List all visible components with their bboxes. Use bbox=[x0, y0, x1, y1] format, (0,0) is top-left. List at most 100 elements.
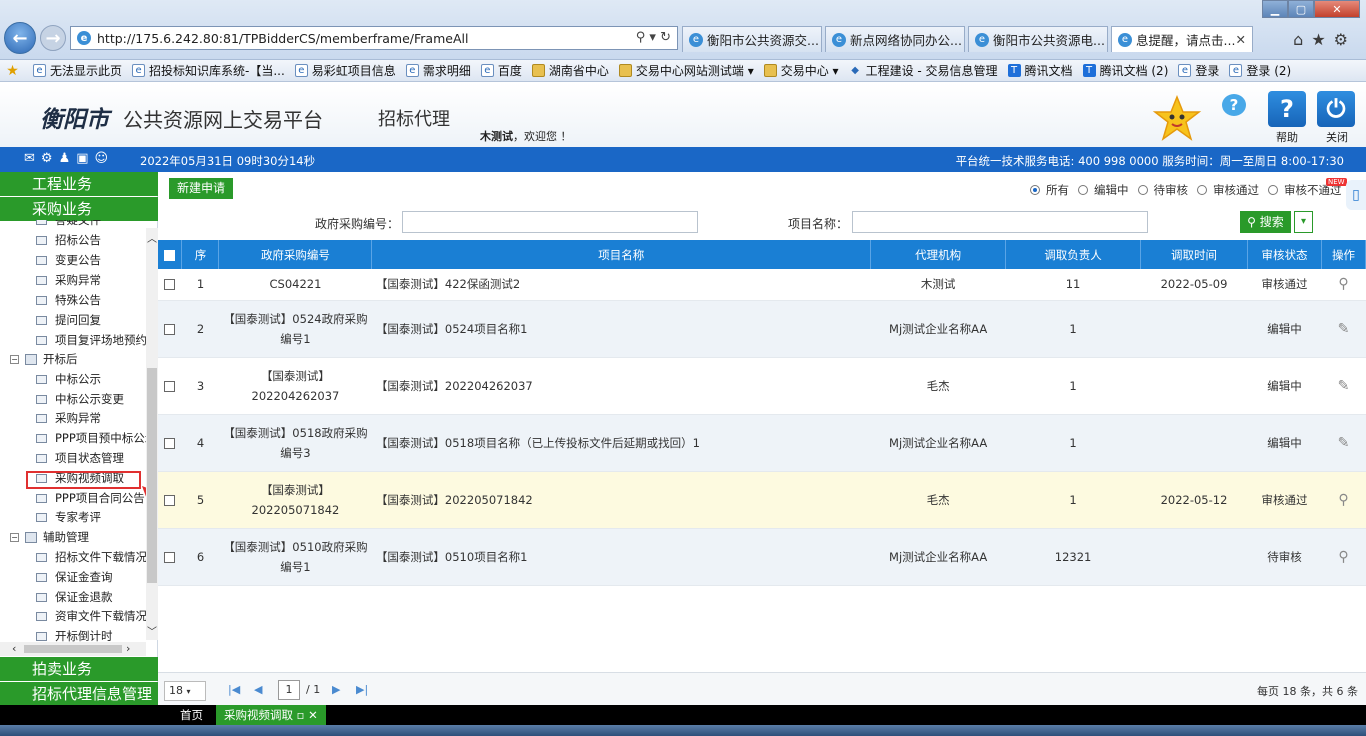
section-agency-info[interactable]: 招标代理信息管理 bbox=[0, 682, 158, 706]
tree-item[interactable]: 专家考评 bbox=[36, 507, 101, 527]
tree-item[interactable]: 采购异常 bbox=[36, 270, 101, 290]
prev-page-icon[interactable]: ◀ bbox=[254, 683, 262, 696]
minimize-button[interactable]: ▁ bbox=[1262, 0, 1288, 18]
close-tab-icon[interactable]: ✕ bbox=[308, 708, 318, 722]
favorite-item[interactable]: e 登录 (2) bbox=[1229, 62, 1291, 79]
new-application-button[interactable]: 新建申请 bbox=[169, 178, 233, 199]
toolbar-icons[interactable]: ✉⚙♟▣☺ bbox=[24, 151, 114, 166]
select-all-checkbox[interactable] bbox=[164, 249, 176, 261]
tree-item[interactable]: 开标倒计时 bbox=[36, 626, 113, 642]
view-icon[interactable]: ⚲ bbox=[1338, 276, 1348, 292]
browser-tab[interactable]: e 衡阳市公共资源交... bbox=[682, 26, 822, 52]
tree-item[interactable]: PPP项目合同公告 bbox=[36, 488, 145, 508]
filter-all[interactable]: 所有 bbox=[1030, 182, 1069, 198]
table-row[interactable]: 1 CS04221 【国泰测试】422保函测试2 木测试 11 2022-05-… bbox=[158, 269, 1366, 301]
tab-video-retrieval[interactable]: 采购视频调取 ▫ ✕ bbox=[216, 705, 326, 725]
back-button[interactable]: ← bbox=[4, 22, 36, 54]
tree-item[interactable]: 项目复评场地预约 bbox=[36, 330, 146, 350]
browser-tab-active[interactable]: e 息提醒，请点击... ✕ bbox=[1111, 26, 1253, 52]
side-phone-icon[interactable]: ▯ bbox=[1346, 180, 1366, 210]
tree-item[interactable]: 保证金退款 bbox=[36, 587, 113, 607]
favorite-item[interactable]: e 招投标知识库系统-【当... bbox=[132, 62, 285, 79]
tree-item[interactable]: 资审文件下载情况 bbox=[36, 606, 146, 626]
sidebar-scrollbar[interactable]: ︿ ﹀ bbox=[146, 228, 158, 640]
row-checkbox[interactable] bbox=[164, 551, 176, 563]
row-checkbox[interactable] bbox=[164, 279, 176, 291]
edit-pencil-icon[interactable]: ✎ bbox=[1338, 378, 1350, 394]
tree-item[interactable]: 招标文件下载情况 bbox=[36, 547, 146, 567]
scrollbar-thumb[interactable] bbox=[147, 368, 157, 583]
address-controls[interactable]: ⚲ ▾ ↻ bbox=[636, 30, 671, 45]
close-tab-icon[interactable]: ✕ bbox=[1236, 32, 1246, 47]
favorite-item[interactable]: e 易彩虹项目信息 bbox=[294, 62, 396, 79]
table-row[interactable]: 4 【国泰测试】0518政府采购编号3 【国泰测试】0518项目名称（已上传投标… bbox=[158, 414, 1366, 472]
tree-item[interactable]: 特殊公告 bbox=[36, 290, 101, 310]
tree-item[interactable]: PPP项目预中标公示 bbox=[36, 428, 146, 448]
page-number-input[interactable]: 1 bbox=[278, 680, 300, 700]
edit-pencil-icon[interactable]: ✎ bbox=[1338, 321, 1350, 337]
favorite-item[interactable]: e 无法显示此页 bbox=[33, 62, 122, 79]
browser-tab[interactable]: e 衡阳市公共资源电... bbox=[968, 26, 1108, 52]
tree-item[interactable]: 提问回复 bbox=[36, 310, 101, 330]
favorite-folder[interactable]: 交易中心 ▾ bbox=[763, 62, 839, 79]
next-page-icon[interactable]: ▶ bbox=[332, 683, 340, 696]
close-window-button[interactable]: ✕ bbox=[1314, 0, 1360, 18]
tree-item[interactable]: 变更公告 bbox=[36, 250, 101, 270]
search-button[interactable]: ⚲ 搜索 bbox=[1240, 211, 1291, 233]
browser-tools[interactable]: ⌂★⚙ bbox=[1293, 30, 1356, 49]
favorite-folder[interactable]: 湖南省中心 bbox=[531, 62, 609, 79]
scroll-right-icon[interactable]: › bbox=[126, 642, 130, 655]
project-name-input[interactable] bbox=[852, 211, 1148, 233]
favorite-item[interactable]: T 腾讯文档 (2) bbox=[1082, 62, 1168, 79]
tree-item[interactable]: 保证金查询 bbox=[36, 567, 113, 587]
tree-item[interactable]: 项目状态管理 bbox=[36, 448, 124, 468]
table-row[interactable]: 6 【国泰测试】0510政府采购编号1 【国泰测试】0510项目名称1 Mj测试… bbox=[158, 528, 1366, 586]
tree-group-after-opening[interactable]: − 开标后 bbox=[10, 349, 78, 369]
collapse-icon[interactable]: − bbox=[10, 354, 19, 364]
tree-item[interactable]: 采购异常 bbox=[36, 408, 101, 428]
tree-group-aux[interactable]: − 辅助管理 bbox=[10, 527, 89, 547]
filter-approved[interactable]: 审核通过 bbox=[1197, 182, 1259, 198]
table-row-hover[interactable]: 5 【国泰测试】202205071842 【国泰测试】202205071842 … bbox=[158, 471, 1366, 529]
favorite-item[interactable]: ◆ 工程建设 - 交易信息管理 bbox=[849, 62, 997, 79]
filter-pending[interactable]: 待审核 bbox=[1137, 182, 1188, 198]
first-page-icon[interactable]: |◀ bbox=[228, 683, 240, 696]
filter-editing[interactable]: 编辑中 bbox=[1078, 182, 1129, 198]
row-checkbox[interactable] bbox=[164, 380, 176, 392]
table-row[interactable]: 2 【国泰测试】0524政府采购编号1 【国泰测试】0524项目名称1 Mj测试… bbox=[158, 300, 1366, 358]
help-button[interactable]: ? bbox=[1268, 91, 1306, 127]
search-dropdown-button[interactable]: ▾ bbox=[1294, 211, 1313, 233]
favorites-star[interactable]: ★ bbox=[6, 63, 23, 79]
browser-tab[interactable]: e 新点网络协同办公... bbox=[825, 26, 965, 52]
tab-home[interactable]: 首页 bbox=[180, 705, 203, 725]
edit-pencil-icon[interactable]: ✎ bbox=[1338, 435, 1350, 451]
maximize-button[interactable]: ▢ bbox=[1288, 0, 1314, 18]
gov-code-input[interactable] bbox=[402, 211, 698, 233]
tree-item[interactable]: 答疑文件 bbox=[36, 220, 101, 230]
close-app-button[interactable]: ⏻ bbox=[1317, 91, 1355, 127]
favorite-item[interactable]: e 登录 bbox=[1178, 62, 1219, 79]
row-checkbox[interactable] bbox=[164, 494, 176, 506]
page-size-select[interactable]: 18 ▾ bbox=[164, 681, 206, 701]
favorite-item[interactable]: T 腾讯文档 bbox=[1007, 62, 1073, 79]
section-auction[interactable]: 拍卖业务 bbox=[0, 657, 158, 681]
collapse-icon[interactable]: − bbox=[10, 532, 19, 542]
favorite-item[interactable]: e 需求明细 bbox=[405, 62, 471, 79]
address-bar[interactable]: e http://175.6.242.80:81/TPBidderCS/memb… bbox=[70, 26, 678, 50]
forward-button[interactable]: → bbox=[40, 25, 66, 51]
tree-item[interactable]: 招标公告 bbox=[36, 230, 101, 250]
restore-icon[interactable]: ▫ bbox=[297, 708, 305, 722]
scroll-up-icon[interactable]: ︿ bbox=[147, 230, 157, 245]
view-icon[interactable]: ⚲ bbox=[1338, 549, 1348, 565]
section-procurement[interactable]: 采购业务 bbox=[0, 197, 158, 221]
section-engineering[interactable]: 工程业务 bbox=[0, 172, 158, 196]
row-checkbox[interactable] bbox=[164, 437, 176, 449]
favorite-folder[interactable]: 交易中心网站测试端 ▾ bbox=[618, 62, 754, 79]
row-checkbox[interactable] bbox=[164, 323, 176, 335]
last-page-icon[interactable]: ▶| bbox=[356, 683, 368, 696]
select-all-cell[interactable] bbox=[158, 240, 183, 269]
faq-bubble-icon[interactable]: ? bbox=[1222, 94, 1246, 116]
scroll-down-icon[interactable]: ﹀ bbox=[147, 623, 157, 638]
sidebar-hscrollbar[interactable]: ‹ › bbox=[0, 642, 146, 656]
scroll-left-icon[interactable]: ‹ bbox=[12, 642, 16, 655]
